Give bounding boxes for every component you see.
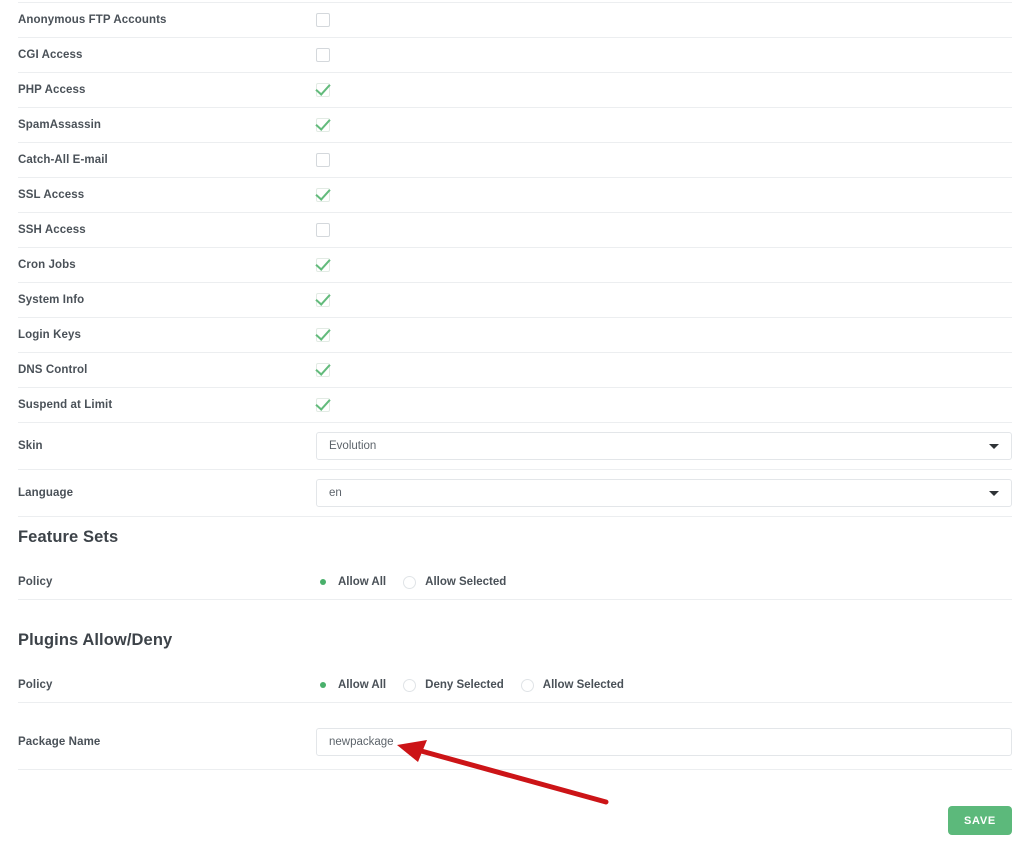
checkbox-checked-icon[interactable]	[316, 398, 330, 412]
checkbox-unchecked-icon[interactable]	[316, 48, 330, 62]
package-name-section: Package Name newpackage	[0, 715, 1024, 770]
checkbox-checked-icon[interactable]	[316, 293, 330, 307]
features-section: Anonymous FTP Accounts CGI Access PHP Acce…	[0, 2, 1024, 517]
checkbox-unchecked-icon[interactable]	[316, 13, 330, 27]
checkbox-unchecked-icon[interactable]	[316, 223, 330, 237]
feature-label: Suspend at Limit	[18, 399, 113, 411]
package-settings-page: Anonymous FTP Accounts CGI Access PHP Acce…	[0, 0, 1024, 842]
feature-row: DNS Control	[18, 353, 1012, 388]
select-row: Skin Evolution	[18, 423, 1012, 470]
feature-control	[316, 13, 1012, 27]
select-label: Skin	[18, 440, 43, 452]
feature-row: Cron Jobs	[18, 248, 1012, 283]
feature-row: Login Keys	[18, 318, 1012, 353]
radio-unselected-icon[interactable]	[403, 678, 417, 692]
checkbox-checked-icon[interactable]	[316, 258, 330, 272]
radio-option[interactable]: Allow All	[316, 575, 387, 589]
radio-option[interactable]: Deny Selected	[403, 678, 504, 692]
chevron-down-icon[interactable]	[989, 444, 999, 449]
feature-sets-policy-label: Policy	[18, 576, 53, 588]
form-actions: SAVE	[948, 806, 1012, 835]
checkbox-checked-icon[interactable]	[316, 118, 330, 132]
feature-row: Catch-All E-mail	[18, 143, 1012, 178]
radio-unselected-icon[interactable]	[403, 575, 417, 589]
radio-unselected-icon[interactable]	[520, 678, 534, 692]
radio-label: Allow Selected	[425, 576, 507, 588]
feature-control	[316, 293, 1012, 307]
feature-label: SpamAssassin	[18, 119, 102, 131]
feature-control	[316, 83, 1012, 97]
select-row: Language en	[18, 470, 1012, 517]
package-name-label: Package Name	[18, 736, 101, 748]
select-rows-list: Skin Evolution Language en	[0, 423, 1024, 517]
feature-label: Anonymous FTP Accounts	[18, 14, 167, 26]
feature-label: SSL Access	[18, 189, 85, 201]
feature-row: CGI Access	[18, 38, 1012, 73]
feature-row: System Info	[18, 283, 1012, 318]
select-control: Evolution	[316, 432, 1012, 460]
feature-label: SSH Access	[18, 224, 86, 236]
radio-label: Allow Selected	[542, 679, 624, 691]
feature-label: System Info	[18, 294, 85, 306]
feature-control	[316, 153, 1012, 167]
feature-control	[316, 363, 1012, 377]
feature-sets-radio-group[interactable]: Allow All Allow Selected	[316, 575, 523, 589]
feature-row: Suspend at Limit	[18, 388, 1012, 423]
radio-selected-icon[interactable]	[316, 678, 329, 692]
feature-sets-heading: Feature Sets	[18, 528, 119, 546]
select-control: en	[316, 479, 1012, 507]
package-name-row: Package Name newpackage	[18, 715, 1012, 770]
select-value: Evolution	[329, 440, 377, 452]
plugins-policy-section: Policy Allow All Deny Selected Allow Selec…	[0, 668, 1024, 703]
select-value: en	[329, 487, 342, 499]
feature-row: SSH Access	[18, 213, 1012, 248]
radio-label: Allow All	[338, 576, 387, 588]
plugins-radio-group[interactable]: Allow All Deny Selected Allow Selected	[316, 678, 641, 692]
feature-row: Anonymous FTP Accounts	[18, 2, 1012, 38]
checkbox-checked-icon[interactable]	[316, 83, 330, 97]
select-skin[interactable]: Evolution	[316, 432, 1012, 460]
feature-label: CGI Access	[18, 49, 83, 61]
plugins-policy-label: Policy	[18, 679, 53, 691]
checkbox-unchecked-icon[interactable]	[316, 153, 330, 167]
feature-label: PHP Access	[18, 84, 86, 96]
feature-rows-list: Anonymous FTP Accounts CGI Access PHP Acce…	[0, 2, 1024, 423]
radio-label: Allow All	[338, 679, 387, 691]
feature-label: Login Keys	[18, 329, 81, 341]
select-label: Language	[18, 487, 74, 499]
radio-option[interactable]: Allow Selected	[403, 575, 507, 589]
radio-label: Deny Selected	[425, 679, 504, 691]
checkbox-checked-icon[interactable]	[316, 363, 330, 377]
feature-control	[316, 188, 1012, 202]
feature-row: SpamAssassin	[18, 108, 1012, 143]
feature-label: Cron Jobs	[18, 259, 76, 271]
checkbox-checked-icon[interactable]	[316, 188, 330, 202]
feature-row: PHP Access	[18, 73, 1012, 108]
radio-option[interactable]: Allow Selected	[520, 678, 624, 692]
feature-control	[316, 398, 1012, 412]
feature-sets-policy-row: Policy Allow All Allow Selected	[18, 565, 1012, 600]
feature-control	[316, 258, 1012, 272]
feature-control	[316, 223, 1012, 237]
chevron-down-icon[interactable]	[989, 491, 999, 496]
package-name-input[interactable]: newpackage	[316, 728, 1012, 756]
radio-selected-icon[interactable]	[316, 575, 329, 589]
save-button[interactable]: SAVE	[948, 806, 1012, 835]
feature-sets-policy-section: Policy Allow All Allow Selected	[0, 565, 1024, 600]
feature-label: DNS Control	[18, 364, 88, 376]
feature-label: Catch-All E-mail	[18, 154, 108, 166]
feature-control	[316, 328, 1012, 342]
checkbox-checked-icon[interactable]	[316, 328, 330, 342]
select-language[interactable]: en	[316, 479, 1012, 507]
plugins-allow-deny-heading: Plugins Allow/Deny	[18, 631, 173, 649]
radio-option[interactable]: Allow All	[316, 678, 387, 692]
feature-row: SSL Access	[18, 178, 1012, 213]
plugins-policy-row: Policy Allow All Deny Selected Allow Selec…	[18, 668, 1012, 703]
feature-control	[316, 48, 1012, 62]
feature-control	[316, 118, 1012, 132]
